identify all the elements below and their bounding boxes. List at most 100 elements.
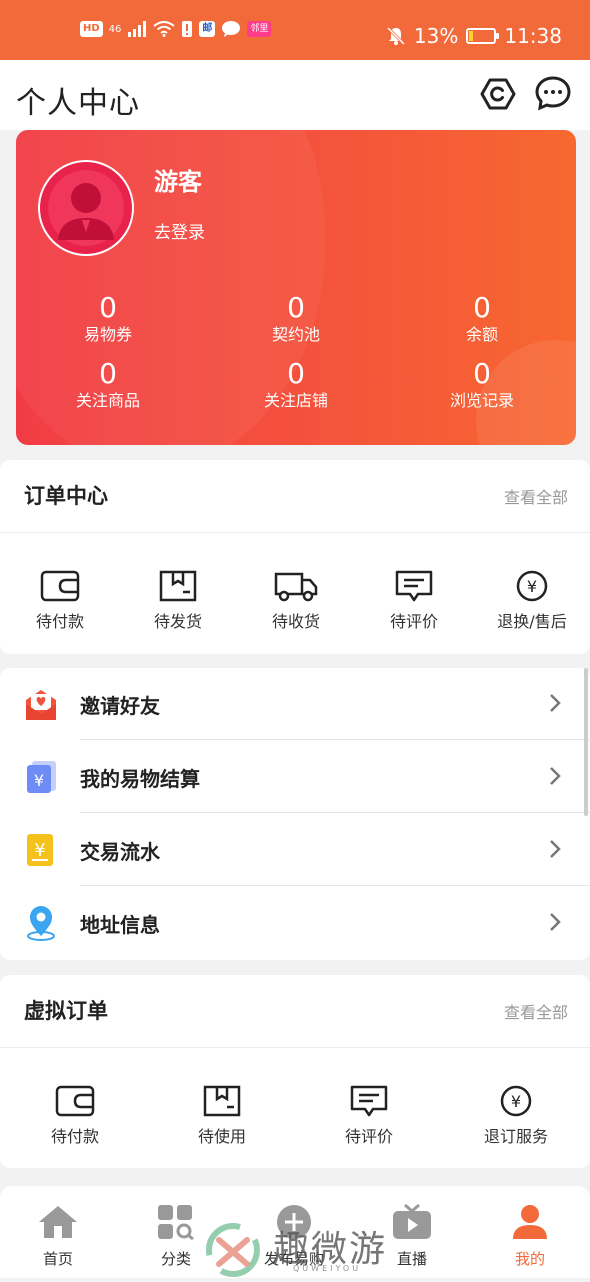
tab-label: 我的 <box>514 1250 545 1268</box>
svg-text:¥: ¥ <box>527 577 537 596</box>
order-item-label: 待发货 <box>153 612 202 631</box>
stat-value: 0 <box>287 357 305 390</box>
stat-label: 关注店铺 <box>263 391 328 410</box>
stat-value: 0 <box>99 357 117 390</box>
order-item-label: 退订服务 <box>483 1127 548 1146</box>
stat-followed-products[interactable]: 0 关注商品 <box>48 358 168 412</box>
truck-icon <box>274 572 318 602</box>
order-pending-receipt[interactable]: 待收货 <box>241 570 351 632</box>
menu-list: 邀请好友 ¥ 我的易物结算 ¥ 交易流水 地址信息 <box>0 668 590 960</box>
virtual-orders-view-all[interactable]: 查看全部 <box>504 999 568 1023</box>
order-pending-review[interactable]: 待评价 <box>359 570 469 632</box>
message-icon[interactable] <box>534 74 574 114</box>
watermark-icon <box>206 1223 260 1277</box>
virtual-orders-section: 虚拟订单 查看全部 待付款 待使用 待评价 ¥ 退订服务 <box>0 975 590 1168</box>
menu-address[interactable]: 地址信息 <box>0 887 590 959</box>
order-item-label: 待使用 <box>197 1127 246 1146</box>
order-center-view-all[interactable]: 查看全部 <box>504 484 568 508</box>
chevron-right-icon <box>550 913 561 931</box>
stat-followed-shops[interactable]: 0 关注店铺 <box>236 358 356 412</box>
page-header: 个人中心 <box>0 60 590 130</box>
settlement-card-icon: ¥ <box>27 761 56 793</box>
virtual-pending-review[interactable]: 待评价 <box>314 1085 424 1147</box>
battery-percent: 13% <box>413 24 459 48</box>
status-bar: HD 46 邮 邻里 13% 11:38 <box>0 0 590 60</box>
menu-label: 地址信息 <box>80 913 160 937</box>
divider <box>80 739 590 740</box>
order-item-label: 待付款 <box>35 612 84 631</box>
login-link[interactable]: 去登录 <box>154 218 205 243</box>
stat-browse-history[interactable]: 0 浏览记录 <box>422 358 542 412</box>
virtual-orders-title: 虚拟订单 <box>24 999 108 1023</box>
alert-icon <box>182 21 193 37</box>
transaction-icon: ¥ <box>27 834 53 866</box>
home-icon <box>39 1206 77 1238</box>
profile-card: 游客 去登录 0 易物券 0 契约池 0 余额 0 关注商品 0 关注店铺 0 浏览记录 <box>16 130 576 445</box>
menu-transactions[interactable]: ¥ 交易流水 <box>0 814 590 886</box>
stat-value: 0 <box>99 291 117 324</box>
watermark-subtext: QUWEIYOU <box>293 1264 362 1273</box>
order-pending-payment[interactable]: 待付款 <box>5 570 115 632</box>
tab-profile[interactable]: 我的 <box>480 1204 580 1269</box>
wallet-icon <box>55 1085 95 1117</box>
virtual-pending-use[interactable]: 待使用 <box>167 1085 277 1147</box>
stat-contract-pool[interactable]: 0 契约池 <box>236 292 356 346</box>
menu-label: 邀请好友 <box>80 694 160 718</box>
order-item-label: 待收货 <box>271 612 320 631</box>
yen-icon: ¥ <box>500 1085 532 1117</box>
stat-label: 契约池 <box>271 325 320 344</box>
status-right-icons: 13% 11:38 <box>386 24 562 48</box>
svg-text:¥: ¥ <box>511 1092 521 1111</box>
comment-icon <box>350 1085 388 1117</box>
order-item-label: 待付款 <box>50 1127 99 1146</box>
chevron-right-icon <box>550 694 561 712</box>
order-item-label: 待评价 <box>389 612 438 631</box>
menu-settlement[interactable]: ¥ 我的易物结算 <box>0 741 590 813</box>
settings-icon[interactable] <box>478 74 518 114</box>
divider <box>80 812 590 813</box>
battery-icon <box>466 28 500 44</box>
divider <box>80 885 590 886</box>
order-after-sales[interactable]: ¥ 退换/售后 <box>477 570 587 632</box>
virtual-pending-payment[interactable]: 待付款 <box>20 1085 130 1147</box>
stat-label: 余额 <box>465 325 498 344</box>
tab-label: 首页 <box>42 1250 73 1268</box>
menu-label: 我的易物结算 <box>80 767 200 791</box>
divider <box>0 532 590 533</box>
chat-bubble-icon <box>222 21 241 37</box>
wallet-icon <box>40 570 80 602</box>
svg-text:¥: ¥ <box>34 840 45 861</box>
stat-coupons[interactable]: 0 易物券 <box>48 292 168 346</box>
invite-envelope-icon <box>26 690 56 720</box>
stat-value: 0 <box>473 357 491 390</box>
stat-value: 0 <box>473 291 491 324</box>
stat-balance[interactable]: 0 余额 <box>422 292 542 346</box>
order-item-label: 待评价 <box>344 1127 393 1146</box>
network-type: 46 <box>108 23 122 35</box>
stat-label: 浏览记录 <box>449 391 514 410</box>
menu-invite-friends[interactable]: 邀请好友 <box>0 668 590 740</box>
status-left-icons: HD 46 邮 邻里 <box>80 20 272 38</box>
username: 游客 <box>154 168 202 196</box>
chevron-right-icon <box>550 840 561 858</box>
chevron-right-icon <box>550 767 561 785</box>
page-title: 个人中心 <box>16 86 140 121</box>
box-icon <box>203 1085 241 1117</box>
clock: 11:38 <box>504 24 562 48</box>
wifi-icon <box>153 21 176 37</box>
divider <box>0 1047 590 1048</box>
stat-value: 0 <box>287 291 305 324</box>
battery-level-fill <box>469 31 473 41</box>
tab-home[interactable]: 首页 <box>8 1204 108 1269</box>
mute-bell-icon <box>386 26 405 46</box>
box-icon <box>159 570 197 602</box>
order-pending-shipment[interactable]: 待发货 <box>123 570 233 632</box>
stat-label: 易物券 <box>83 325 132 344</box>
svg-text:¥: ¥ <box>34 771 44 790</box>
virtual-refund-service[interactable]: ¥ 退订服务 <box>461 1085 571 1147</box>
location-pin-icon <box>27 906 55 941</box>
scrollbar[interactable] <box>584 668 588 816</box>
avatar[interactable] <box>38 160 134 256</box>
yen-icon: ¥ <box>516 570 548 602</box>
order-item-label: 退换/售后 <box>497 612 567 631</box>
